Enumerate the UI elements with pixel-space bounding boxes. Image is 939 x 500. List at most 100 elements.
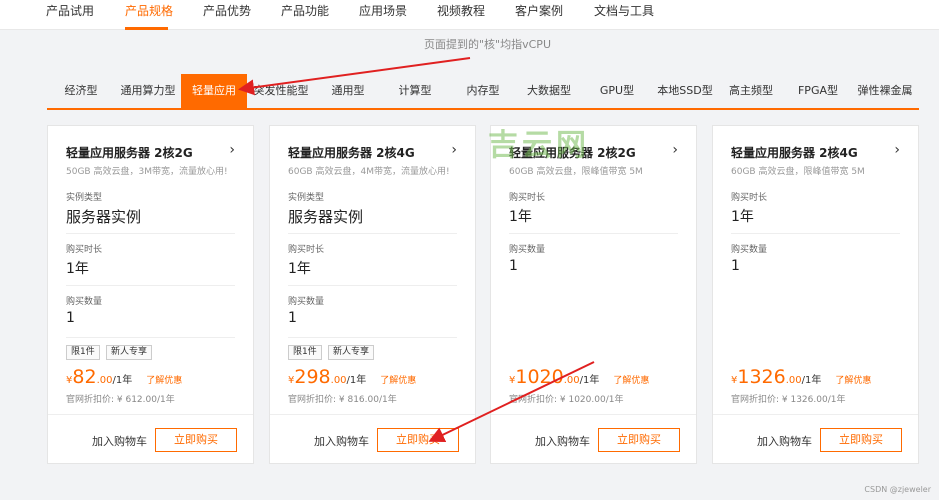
buy-now-button[interactable]: 立即购买 — [598, 428, 680, 452]
buy-now-button[interactable]: 立即购买 — [377, 428, 459, 452]
price: ¥82.00/1年 了解优惠 — [66, 366, 182, 388]
quantity-value[interactable]: 1 — [288, 310, 297, 326]
duration-value[interactable]: 1年 — [66, 258, 89, 278]
nav-product-advantages[interactable]: 产品优势 — [203, 2, 251, 19]
tab-general-compute[interactable]: 通用算力型 — [115, 74, 181, 108]
duration-value[interactable]: 1年 — [509, 206, 532, 226]
footer-divider — [491, 414, 696, 415]
card-title[interactable]: 轻量应用服务器 2核4G — [288, 144, 415, 161]
tab-gpu[interactable]: GPU型 — [581, 74, 653, 108]
divider — [288, 337, 457, 338]
instance-type-value[interactable]: 服务器实例 — [66, 206, 141, 227]
card-title[interactable]: 轻量应用服务器 2核2G — [66, 144, 193, 161]
divider — [288, 285, 457, 286]
product-card-1: 轻量应用服务器 2核2G › 50GB 高效云盘，3M带宽，流量放心用! 实例类… — [47, 125, 254, 464]
discount-link[interactable]: 了解优惠 — [380, 376, 416, 386]
product-card-3: 轻量应用服务器 2核2G › 60GB 高效云盘，限峰值带宽 5M 购买时长 1… — [490, 125, 697, 464]
nav-docs-tools[interactable]: 文档与工具 — [594, 2, 654, 19]
quantity-label: 购买数量 — [509, 245, 546, 255]
product-card-2: 轻量应用服务器 2核4G › 60GB 高效云盘，4M带宽，流量放心用! 实例类… — [269, 125, 476, 464]
tab-fpga[interactable]: FPGA型 — [785, 74, 851, 108]
price: ¥1326.00/1年 了解优惠 — [731, 366, 871, 388]
divider — [731, 233, 900, 234]
add-to-cart-button[interactable]: 加入购物车 — [92, 433, 147, 449]
add-to-cart-button[interactable]: 加入购物车 — [314, 433, 369, 449]
tab-memory[interactable]: 内存型 — [449, 74, 517, 108]
instance-type-label: 实例类型 — [66, 193, 103, 203]
original-price: 官网折扣价: ¥ 816.00/1年 — [288, 395, 397, 405]
top-nav: 产品试用 产品规格 产品优势 产品功能 应用场景 视频教程 客户案例 文档与工具 — [0, 0, 939, 30]
chevron-right-icon[interactable]: › — [672, 142, 678, 158]
duration-label: 购买时长 — [66, 245, 103, 255]
tab-high-frequency[interactable]: 高主频型 — [717, 74, 785, 108]
nav-product-features[interactable]: 产品功能 — [281, 2, 329, 19]
new-user-badge: 新人专享 — [328, 345, 375, 360]
card-subtitle: 60GB 高效云盘，4M带宽，流量放心用! — [288, 167, 450, 177]
nav-customer-cases[interactable]: 客户案例 — [515, 2, 563, 19]
add-to-cart-button[interactable]: 加入购物车 — [535, 433, 590, 449]
quantity-value[interactable]: 1 — [731, 258, 740, 274]
csdn-credit: CSDN @zjeweler — [864, 485, 931, 494]
original-price: 官网折扣价: ¥ 1020.00/1年 — [509, 395, 624, 405]
nav-active-indicator — [125, 27, 168, 30]
price: ¥298.00/1年 了解优惠 — [288, 366, 416, 388]
price-decimal: .00 — [330, 375, 347, 386]
tab-general-purpose[interactable]: 通用型 — [315, 74, 381, 108]
divider — [288, 233, 457, 234]
limit-badge: 限1件 — [288, 345, 322, 360]
tab-local-ssd[interactable]: 本地SSD型 — [653, 74, 717, 108]
nav-video-tutorials[interactable]: 视频教程 — [437, 2, 485, 19]
duration-label: 购买时长 — [288, 245, 325, 255]
divider — [509, 233, 678, 234]
duration-label: 购买时长 — [731, 193, 768, 203]
price: ¥1020.00/1年 了解优惠 — [509, 366, 649, 388]
tab-big-data[interactable]: 大数据型 — [517, 74, 581, 108]
quantity-label: 购买数量 — [731, 245, 768, 255]
card-subtitle: 60GB 高效云盘，限峰值带宽 5M — [509, 167, 643, 177]
chevron-right-icon[interactable]: › — [229, 142, 235, 158]
price-unit: /1年 — [579, 375, 600, 386]
footer-divider — [48, 414, 253, 415]
card-title[interactable]: 轻量应用服务器 2核4G — [731, 144, 858, 161]
price-unit: /1年 — [801, 375, 822, 386]
chevron-right-icon[interactable]: › — [894, 142, 900, 158]
footer-divider — [270, 414, 475, 415]
original-price: 官网折扣价: ¥ 612.00/1年 — [66, 395, 175, 405]
duration-value[interactable]: 1年 — [288, 258, 311, 278]
discount-link[interactable]: 了解优惠 — [835, 376, 871, 386]
chevron-right-icon[interactable]: › — [451, 142, 457, 158]
price-unit: /1年 — [112, 375, 133, 386]
buy-now-button[interactable]: 立即购买 — [155, 428, 237, 452]
nav-product-trial[interactable]: 产品试用 — [46, 2, 94, 19]
quantity-label: 购买数量 — [288, 297, 325, 307]
nav-product-specs[interactable]: 产品规格 — [125, 2, 173, 19]
tab-lightweight[interactable]: 轻量应用 — [181, 74, 247, 108]
tab-burstable[interactable]: 突发性能型 — [247, 74, 315, 108]
card-subtitle: 60GB 高效云盘，限峰值带宽 5M — [731, 167, 865, 177]
new-user-badge: 新人专享 — [106, 345, 153, 360]
quantity-value[interactable]: 1 — [66, 310, 75, 326]
price-unit: /1年 — [346, 375, 367, 386]
limit-badge: 限1件 — [66, 345, 100, 360]
price-decimal: .00 — [96, 375, 113, 386]
add-to-cart-button[interactable]: 加入购物车 — [757, 433, 812, 449]
tab-compute[interactable]: 计算型 — [381, 74, 449, 108]
discount-link[interactable]: 了解优惠 — [613, 376, 649, 386]
footer-divider — [713, 414, 918, 415]
buy-now-button[interactable]: 立即购买 — [820, 428, 902, 452]
price-decimal: .00 — [563, 375, 580, 386]
quantity-value[interactable]: 1 — [509, 258, 518, 274]
duration-label: 购买时长 — [509, 193, 546, 203]
instance-type-value[interactable]: 服务器实例 — [288, 206, 363, 227]
product-card-4: 轻量应用服务器 2核4G › 60GB 高效云盘，限峰值带宽 5M 购买时长 1… — [712, 125, 919, 464]
duration-value[interactable]: 1年 — [731, 206, 754, 226]
tab-economy[interactable]: 经济型 — [47, 74, 115, 108]
original-price: 官网折扣价: ¥ 1326.00/1年 — [731, 395, 846, 405]
nav-use-cases[interactable]: 应用场景 — [359, 2, 407, 19]
discount-link[interactable]: 了解优惠 — [146, 376, 182, 386]
tab-bare-metal[interactable]: 弹性裸金属 — [851, 74, 919, 108]
price-decimal: .00 — [785, 375, 802, 386]
divider — [66, 233, 235, 234]
divider — [66, 285, 235, 286]
card-subtitle: 50GB 高效云盘，3M带宽，流量放心用! — [66, 167, 228, 177]
